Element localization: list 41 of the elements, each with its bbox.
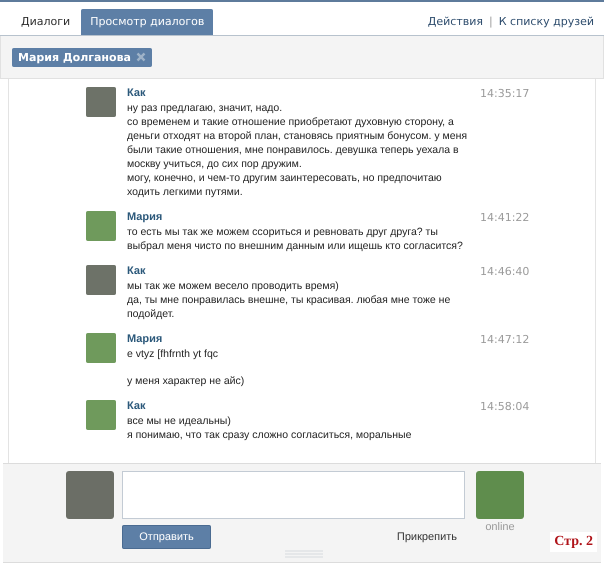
header-link[interactable]: К списку друзей <box>498 15 594 28</box>
close-icon[interactable] <box>136 52 146 62</box>
message-text: мы так же можем весело проводить время) <box>127 279 340 293</box>
filter-tag[interactable]: Мария Долганова <box>12 48 152 66</box>
avatar-placeholder <box>66 471 114 519</box>
sender-name[interactable]: Мария <box>127 211 477 223</box>
sender-name[interactable]: Как <box>127 400 477 412</box>
message-text: e vtyz [fhfrnth yt fqc <box>127 347 220 361</box>
message-time: 14:46:40 <box>480 265 530 278</box>
avatar-placeholder[interactable] <box>86 333 116 363</box>
avatar-placeholder[interactable] <box>86 400 116 430</box>
message-input[interactable] <box>122 471 465 519</box>
tab[interactable]: Просмотр диалогов <box>81 9 214 35</box>
message-text: я понимаю, что так сразу сложно согласиться, моральные <box>127 428 412 442</box>
message-text: могу, конечно, и чем-то другим заинтересовать, но предпочитаю ходить легкими путями. <box>127 171 443 199</box>
attach-link[interactable]: Прикрепить <box>396 531 457 543</box>
message-text: то есть мы так же можем ссориться и ревновать друг друга? ты выбрал меня чисто по внешним данным или ищешь кто согласится? <box>127 225 464 253</box>
avatar-placeholder[interactable] <box>86 87 116 117</box>
message-text: ну раз предлагаю, значит, надо. <box>127 101 284 115</box>
message-text: все мы не идеальны) <box>127 414 232 428</box>
header-link[interactable]: Действия <box>428 15 484 28</box>
online-status: online <box>485 521 515 533</box>
message-time: 14:47:12 <box>480 333 530 346</box>
page-label: Стр. 2 <box>550 532 597 552</box>
message-time: 14:41:22 <box>480 211 530 224</box>
sender-name[interactable]: Мария <box>127 333 477 345</box>
sender-name[interactable]: Как <box>127 87 477 99</box>
message-time: 14:58:04 <box>480 400 530 413</box>
sender-name[interactable]: Как <box>127 265 477 277</box>
resize-grip-icon[interactable] <box>285 550 323 558</box>
avatar-placeholder[interactable] <box>86 211 116 241</box>
send-button[interactable]: Отправить <box>122 525 211 549</box>
message-time: 14:35:17 <box>480 87 530 100</box>
avatar-placeholder <box>476 471 524 519</box>
tab[interactable]: Диалоги <box>12 9 80 35</box>
separator: | <box>489 15 493 28</box>
avatar-placeholder[interactable] <box>86 265 116 295</box>
message-text: у меня характер не айс) <box>127 374 246 388</box>
filter-tag-label: Мария Долганова <box>18 50 131 64</box>
message-text: со временем и такие отношение приобретают духовную сторону, а деньги отходят на второй план, становясь приятным бонусом. у меня были такие отношения, мне понравилось. девушка теперь уехала в москву учиться, до сих пор дружим. <box>127 115 468 171</box>
message-text: да, ты мне понравилась внешне, ты красивая. любая мне тоже не подойдет. <box>127 293 452 321</box>
